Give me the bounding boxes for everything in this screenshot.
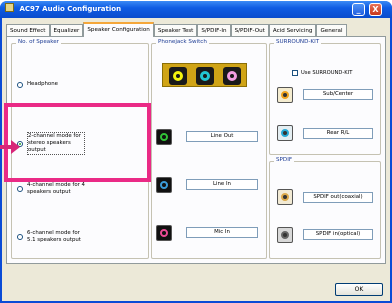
- checkbox-label: Use SURROUND-KIT: [301, 70, 353, 76]
- line-out-field: Line Out: [186, 131, 258, 142]
- close-button[interactable]: X: [369, 3, 382, 16]
- jack-ring: [281, 193, 289, 201]
- spdif-in-field: SPDIF in(optical): [303, 229, 373, 240]
- jack-ring: [227, 71, 237, 81]
- jack-ring: [281, 91, 289, 99]
- sub-center-field: Sub/Center: [303, 89, 373, 100]
- option-label: 4-channel mode for 4 speakers output: [27, 182, 85, 195]
- highlight-box: [4, 103, 151, 182]
- spdif-title: SPDIF: [274, 157, 295, 163]
- option-label: 6-channel mode for 5.1 speakers output: [27, 230, 81, 243]
- sub-center-jack-icon: [277, 87, 293, 103]
- checkbox-box[interactable]: [292, 70, 298, 76]
- jack-ring: [160, 181, 168, 189]
- jack-ring: [160, 229, 168, 237]
- line-out-jack-icon: [156, 129, 172, 145]
- jack-ring: [160, 133, 168, 141]
- app-logo-icon: [5, 3, 14, 12]
- option-label: Headphone: [27, 81, 58, 87]
- use-surround-kit-checkbox[interactable]: Use SURROUND-KIT: [292, 70, 352, 76]
- option-4-channel[interactable]: 4-channel mode for 4 speakers output: [17, 182, 85, 196]
- radio-button[interactable]: [17, 234, 23, 240]
- spdif-out-field: SPDIF out(coaxial): [303, 192, 373, 203]
- line-in-field: Line In: [186, 179, 258, 190]
- jack-ring: [200, 71, 210, 81]
- jack-ring: [281, 129, 289, 137]
- arrow-icon: [11, 140, 20, 154]
- mic-in-field: Mic In: [186, 227, 258, 238]
- speaker-count-title: No. of Speaker: [16, 39, 61, 45]
- window-title: AC97 Audio Configuration: [19, 5, 122, 13]
- option-6-channel[interactable]: 6-channel mode for 5.1 speakers output: [17, 230, 85, 244]
- rear-jack-icon: [277, 125, 293, 141]
- title-bar[interactable]: AC97 Audio Configuration _ X: [0, 1, 392, 18]
- pink-jack-icon[interactable]: [223, 67, 241, 85]
- line-in-jack-icon: [156, 177, 172, 193]
- jack-ring: [173, 71, 183, 81]
- spdif-group: SPDIF: [269, 157, 381, 259]
- tab-strip: Sound Effect Equalizer Speaker Configura…: [6, 22, 347, 37]
- radio-button[interactable]: [17, 186, 23, 192]
- surround-kit-title: SURROUND-KIT: [274, 39, 322, 45]
- minimize-button[interactable]: _: [352, 3, 365, 16]
- phonejack-title: Phonejack Switch: [156, 39, 209, 45]
- spdif-optical-jack-icon: [277, 227, 293, 243]
- blue-jack-icon[interactable]: [196, 67, 214, 85]
- yellow-jack-icon[interactable]: [169, 67, 187, 85]
- radio-button[interactable]: [17, 81, 23, 88]
- mic-in-jack-icon: [156, 225, 172, 241]
- option-headphone[interactable]: Headphone: [17, 81, 85, 88]
- phonejack-panel: [162, 63, 247, 87]
- tab-speaker-configuration[interactable]: Speaker Configuration: [83, 22, 154, 37]
- spdif-coaxial-jack-icon: [277, 189, 293, 205]
- rear-field: Rear R/L: [303, 128, 373, 139]
- jack-ring: [281, 231, 289, 239]
- ok-button[interactable]: OK: [335, 283, 383, 296]
